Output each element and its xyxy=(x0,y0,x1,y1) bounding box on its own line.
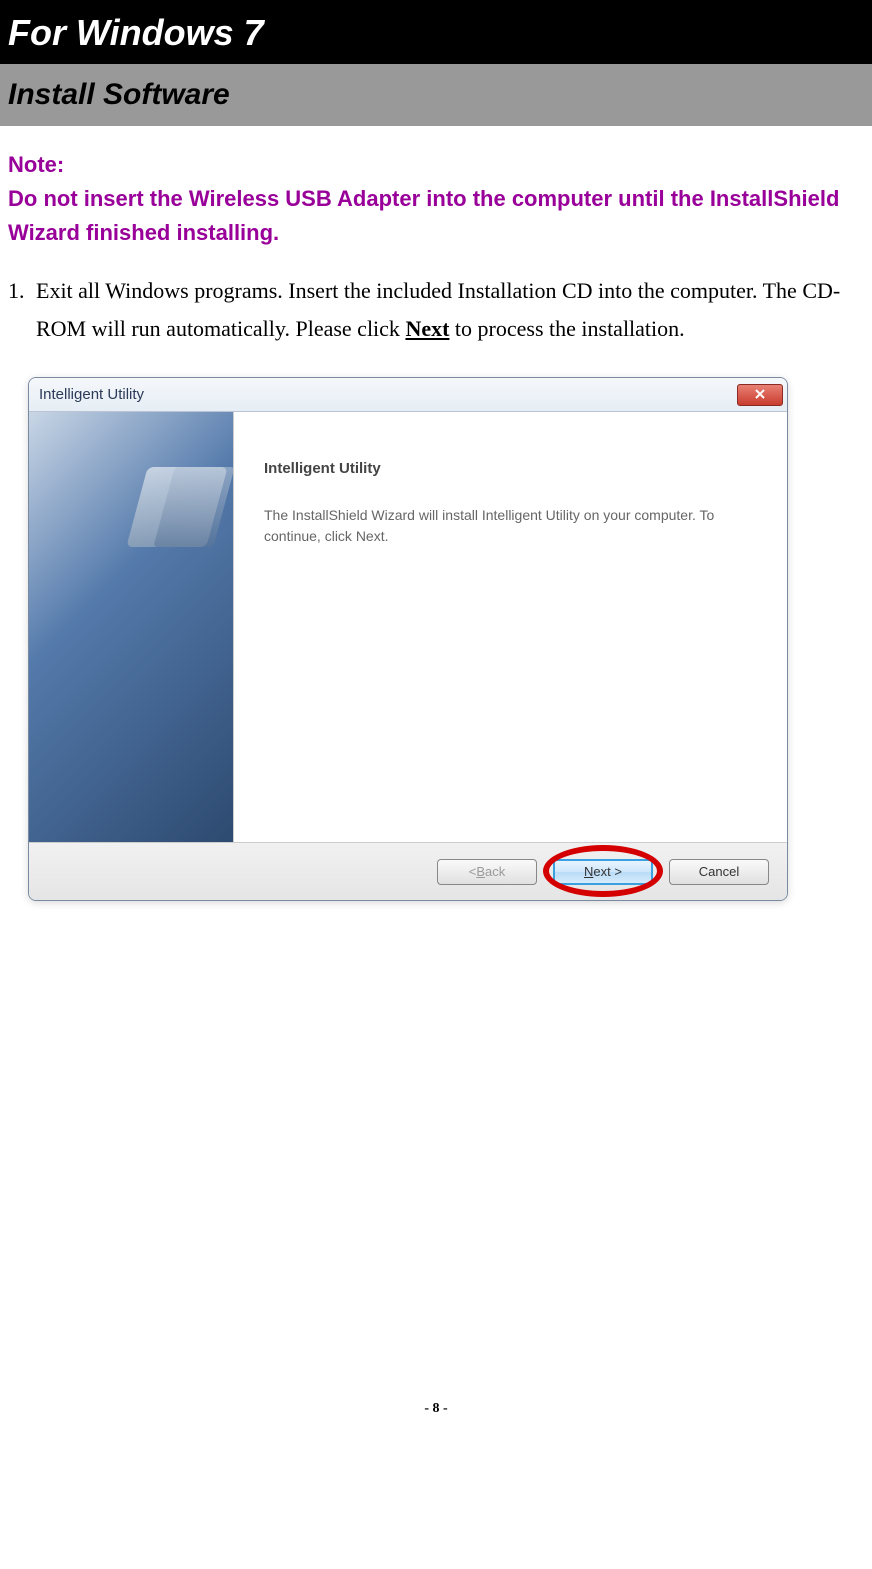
page-sub-heading: Install Software xyxy=(0,64,872,126)
step-text-after: to process the installation. xyxy=(449,316,684,341)
back-key: B xyxy=(476,864,485,879)
dialog-wrapper: Intelligent Utility Intelligent Utility … xyxy=(0,347,872,901)
dialog-content-text: The InstallShield Wizard will install In… xyxy=(264,505,763,547)
back-button[interactable]: < Back xyxy=(437,859,537,885)
step-list: 1. Exit all Windows programs. Insert the… xyxy=(0,250,872,347)
cancel-label: Cancel xyxy=(699,864,739,879)
cancel-button[interactable]: Cancel xyxy=(669,859,769,885)
note-title: Note: xyxy=(8,148,864,182)
note-block: Note: Do not insert the Wireless USB Ada… xyxy=(0,126,872,250)
dialog-body: Intelligent Utility The InstallShield Wi… xyxy=(29,412,787,842)
next-button[interactable]: Next > xyxy=(553,859,653,885)
titlebar: Intelligent Utility xyxy=(29,378,787,412)
next-button-wrap: Next > xyxy=(553,859,653,885)
dialog-content: Intelligent Utility The InstallShield Wi… xyxy=(234,412,787,842)
step-text-bold: Next xyxy=(405,316,449,341)
close-icon xyxy=(755,386,765,404)
back-rest: ack xyxy=(485,864,505,879)
installer-dialog: Intelligent Utility Intelligent Utility … xyxy=(28,377,788,901)
step-number: 1. xyxy=(8,272,36,347)
page-main-heading: For Windows 7 xyxy=(0,0,872,64)
page-number: - 8 - xyxy=(0,901,872,1437)
dialog-title: Intelligent Utility xyxy=(39,386,144,403)
next-key: N xyxy=(584,864,593,879)
step-text: Exit all Windows programs. Insert the in… xyxy=(36,272,864,347)
dialog-footer: < Back Next > Cancel xyxy=(29,842,787,900)
side-banner xyxy=(29,412,234,842)
back-prefix: < xyxy=(469,864,477,879)
next-rest: ext > xyxy=(593,864,622,879)
step-1: 1. Exit all Windows programs. Insert the… xyxy=(8,272,864,347)
close-button[interactable] xyxy=(737,384,783,406)
dialog-content-title: Intelligent Utility xyxy=(264,460,763,477)
note-body: Do not insert the Wireless USB Adapter i… xyxy=(8,182,864,250)
